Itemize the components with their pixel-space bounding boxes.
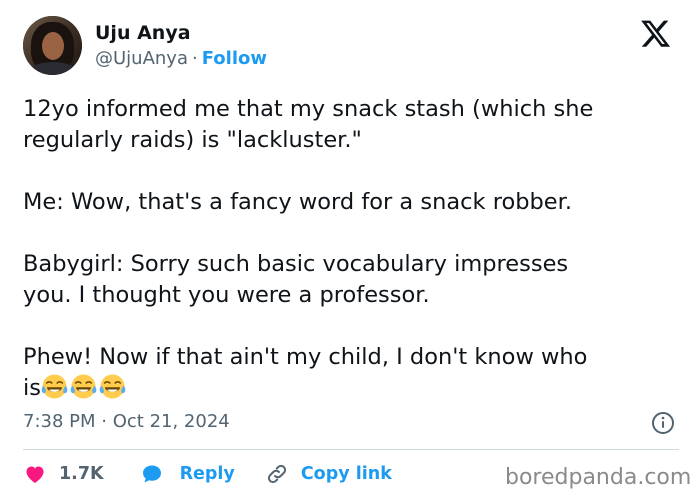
link-icon <box>267 464 286 484</box>
speech-bubble-icon <box>142 465 161 483</box>
tweet-line: 12yo informed me that my snack stash (wh… <box>23 96 594 122</box>
divider <box>23 449 679 450</box>
tears-of-joy-emoji-icon <box>41 374 68 399</box>
copy-link-label: Copy link <box>300 464 392 484</box>
tweet-line: regularly raids) is "lackluster." <box>23 127 362 153</box>
heart-icon <box>26 466 44 483</box>
tweet-line: you. I thought you were a professor. <box>23 282 430 308</box>
author-meta: @UjuAnya · Follow <box>95 48 267 70</box>
follow-button[interactable]: Follow <box>202 48 267 69</box>
info-icon[interactable] <box>651 411 675 435</box>
tweet-timestamp[interactable]: 7:38 PM · Oct 21, 2024 <box>23 411 230 433</box>
timestamp-date: Oct 21, 2024 <box>112 411 230 432</box>
avatar[interactable] <box>23 16 82 75</box>
tweet-paragraph: Phew! Now if that ain't my child, I don'… <box>23 342 683 404</box>
author-name[interactable]: Uju Anya <box>95 22 191 44</box>
tweet-line: Me: Wow, that's a fancy word for a snack… <box>23 189 572 215</box>
emoji-group <box>41 374 128 401</box>
like-count: 1.7K <box>59 464 104 484</box>
author-handle[interactable]: @UjuAnya <box>95 48 188 69</box>
copy-link-button[interactable]: Copy link <box>265 462 392 486</box>
tweet-text: 12yo informed me that my snack stash (wh… <box>23 94 683 404</box>
meta-separator: · <box>192 48 198 69</box>
tweet-paragraph: 12yo informed me that my snack stash (wh… <box>23 94 683 156</box>
x-logo-icon[interactable] <box>640 20 672 48</box>
tears-of-joy-emoji-icon <box>99 374 126 399</box>
tweet-line: is <box>23 375 41 401</box>
reply-label: Reply <box>179 464 235 484</box>
action-bar: 1.7K Reply Copy link <box>23 462 392 486</box>
reply-button[interactable]: Reply <box>140 462 235 486</box>
timestamp-separator: · <box>101 411 107 432</box>
timestamp-time: 7:38 PM <box>23 411 96 432</box>
tweet-line: Phew! Now if that ain't my child, I don'… <box>23 344 588 370</box>
watermark: boredpanda.com <box>505 465 692 490</box>
like-button[interactable]: 1.7K <box>23 462 104 486</box>
tweet-line: Babygirl: Sorry such basic vocabulary im… <box>23 251 569 277</box>
tears-of-joy-emoji-icon <box>70 374 97 399</box>
tweet-paragraph: Babygirl: Sorry such basic vocabulary im… <box>23 249 683 311</box>
tweet-paragraph: Me: Wow, that's a fancy word for a snack… <box>23 187 683 218</box>
